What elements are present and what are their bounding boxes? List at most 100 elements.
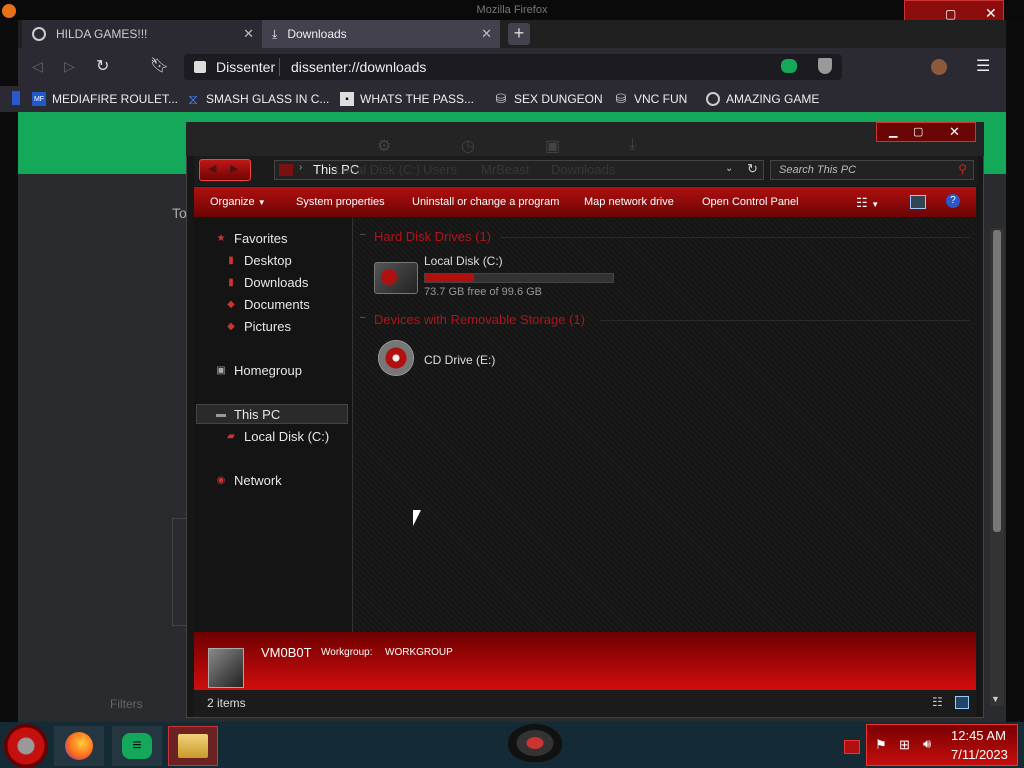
nav-favorites[interactable]: ★ Favorites — [214, 228, 288, 248]
hard-drive-icon — [374, 262, 418, 294]
taskbar-firefox[interactable] — [54, 726, 104, 766]
preview-pane-icon[interactable] — [910, 195, 926, 209]
drive-item-e[interactable]: CD Drive (E:) — [376, 340, 526, 380]
system-properties-button[interactable]: System properties — [296, 187, 385, 217]
globe-icon — [706, 92, 720, 106]
ghost-settings-icon: ⚙ — [377, 138, 392, 155]
action-center-flag-icon[interactable]: ⚑ — [875, 737, 887, 753]
bookmark-smash-glass[interactable]: ⧖ SMASH GLASS IN C... — [186, 86, 329, 112]
nav-homegroup[interactable]: ▣ Homegroup — [214, 360, 302, 380]
network-icon: ◉ — [216, 474, 226, 486]
network-tray-icon[interactable]: ⊞ — [899, 737, 910, 753]
tab-downloads[interactable]: ⤓ Downloads ✕ — [262, 20, 500, 48]
nav-desktop[interactable]: ▮ Desktop — [224, 250, 292, 270]
minimize-icon[interactable]: ▁ — [889, 125, 897, 138]
computer-thumbnail-icon — [208, 648, 244, 688]
open-control-panel-button[interactable]: Open Control Panel — [702, 187, 799, 217]
organize-label: Organize — [210, 196, 255, 208]
window-title: Mozilla Firefox — [476, 4, 548, 16]
maximize-icon[interactable]: ▢ — [913, 125, 923, 138]
refresh-icon[interactable]: ↻ — [747, 161, 758, 177]
group-header-removable[interactable]: Devices with Removable Storage (1) — [374, 312, 585, 327]
dropdown-arrow-icon[interactable]: ▼ — [871, 200, 879, 209]
view-options-icon[interactable]: ☷ ▼ — [856, 195, 879, 211]
back-forward-buttons[interactable]: ◀ ▶ — [199, 159, 251, 181]
tab-hilda-games[interactable]: HILDA GAMES!!! ✕ — [22, 20, 262, 48]
identity-icon — [194, 61, 206, 73]
scrollbar-thumb[interactable] — [993, 230, 1001, 532]
system-tray: ⚑ ⊞ 🔊︎ 12:45 AM 7/11/2023 — [866, 724, 1018, 766]
drive-icon-accent — [381, 269, 397, 285]
computer-icon — [279, 164, 293, 176]
explorer-window-controls[interactable]: ▁ ▢ ✕ — [876, 122, 976, 142]
nav-documents[interactable]: ◆ Documents — [224, 294, 310, 314]
maximize-icon[interactable]: ▢ — [945, 7, 956, 21]
large-icons-view-icon[interactable] — [955, 696, 969, 709]
computer-icon: ▬ — [216, 408, 226, 420]
clock-date[interactable]: 7/11/2023 — [951, 747, 1008, 762]
bookmark-sex-dungeon[interactable]: ⛁ SEX DUNGEON — [494, 86, 603, 112]
close-tab-icon[interactable]: ✕ — [243, 26, 254, 42]
nav-label: Desktop — [244, 252, 292, 268]
address-bar[interactable]: › This PC Local Disk (C:) Users MrBeast … — [274, 160, 764, 180]
page-scrollbar[interactable]: ▼ — [990, 228, 1004, 706]
reload-icon[interactable]: ↻ — [96, 56, 109, 76]
nav-this-pc[interactable]: ▬ This PC — [214, 404, 280, 424]
bookmark-vnc-fun[interactable]: ⛁ VNC FUN — [614, 86, 688, 112]
bookmark-amazing-game[interactable]: AMAZING GAME — [706, 86, 819, 112]
nav-label: Favorites — [234, 230, 288, 246]
nav-network[interactable]: ◉ Network — [214, 470, 282, 490]
menu-icon[interactable]: ☰ — [976, 56, 990, 76]
nav-label: This PC — [234, 406, 281, 422]
nav-local-disk[interactable]: ▰ Local Disk (C:) — [224, 426, 329, 446]
url-bar[interactable]: Dissenter dissenter://downloads — [184, 54, 842, 80]
avatar[interactable] — [931, 59, 947, 75]
back-arrow-icon[interactable]: ◀ — [208, 162, 216, 175]
forward-arrow-icon[interactable]: ▶ — [230, 162, 238, 175]
clock-time[interactable]: 12:45 AM — [951, 728, 1006, 743]
bookmark-mediafire[interactable]: MF MEDIAFIRE ROULET... — [32, 86, 178, 112]
show-desktop-icon[interactable] — [844, 740, 860, 754]
bookmark-whats-the-pass[interactable]: ▪ WHATS THE PASS... — [340, 86, 474, 112]
group-collapse-icon[interactable]: – — [360, 229, 366, 240]
search-placeholder: Search This PC — [779, 164, 857, 176]
organize-button[interactable]: Organize ▼ — [210, 187, 266, 217]
forward-icon[interactable]: ▷ — [64, 58, 75, 75]
hourglass-icon: ⧖ — [188, 90, 198, 107]
volume-icon[interactable]: 🔊︎ — [923, 736, 931, 752]
tab-label: HILDA GAMES!!! — [56, 27, 148, 41]
start-button[interactable] — [4, 724, 48, 768]
nav-pictures[interactable]: ◆ Pictures — [224, 316, 291, 336]
group-header-hard-disks[interactable]: Hard Disk Drives (1) — [374, 229, 491, 244]
page-partial-text: Filters — [110, 697, 143, 711]
page-partial-text: To — [172, 205, 187, 221]
help-icon[interactable]: ? — [946, 194, 960, 208]
chat-extension-icon[interactable] — [781, 59, 797, 73]
server-icon: ⛁ — [615, 91, 627, 106]
nav-downloads[interactable]: ▮ Downloads — [224, 272, 308, 292]
group-collapse-icon[interactable]: – — [360, 312, 366, 323]
close-tab-icon[interactable]: ✕ — [481, 26, 492, 42]
taskbar-chat-app[interactable]: ≡ — [112, 726, 162, 766]
bookmark-icon[interactable]: 🔖︎ — [150, 56, 169, 74]
map-network-drive-button[interactable]: Map network drive — [584, 187, 674, 217]
new-tab-button[interactable]: + — [508, 23, 530, 45]
uninstall-program-button[interactable]: Uninstall or change a program — [412, 187, 559, 217]
address-dropdown-icon[interactable]: ⌄ — [725, 163, 733, 174]
scroll-down-icon[interactable]: ▼ — [991, 694, 1000, 704]
search-box[interactable]: Search This PC ⚲ — [770, 160, 974, 180]
back-icon[interactable]: ◁ — [32, 58, 43, 75]
close-icon[interactable]: ✕ — [949, 124, 960, 140]
computer-name: VM0B0T — [261, 645, 312, 660]
nav-label: Documents — [244, 296, 310, 312]
ghost-tab-label: MrBeast — [481, 162, 530, 177]
ghost-tab-label: Downloads — [551, 162, 616, 177]
star-icon: ★ — [216, 232, 226, 244]
taskbar-file-explorer[interactable] — [168, 726, 218, 766]
search-icon[interactable]: ⚲ — [958, 162, 967, 176]
nav-label: Homegroup — [234, 362, 302, 378]
details-view-icon[interactable]: ☷ — [932, 695, 943, 709]
shield-icon[interactable] — [818, 58, 832, 74]
drive-item-c[interactable]: Local Disk (C:) 73.7 GB free of 99.6 GB — [372, 252, 622, 298]
pictures-icon: ◆ — [227, 320, 235, 332]
